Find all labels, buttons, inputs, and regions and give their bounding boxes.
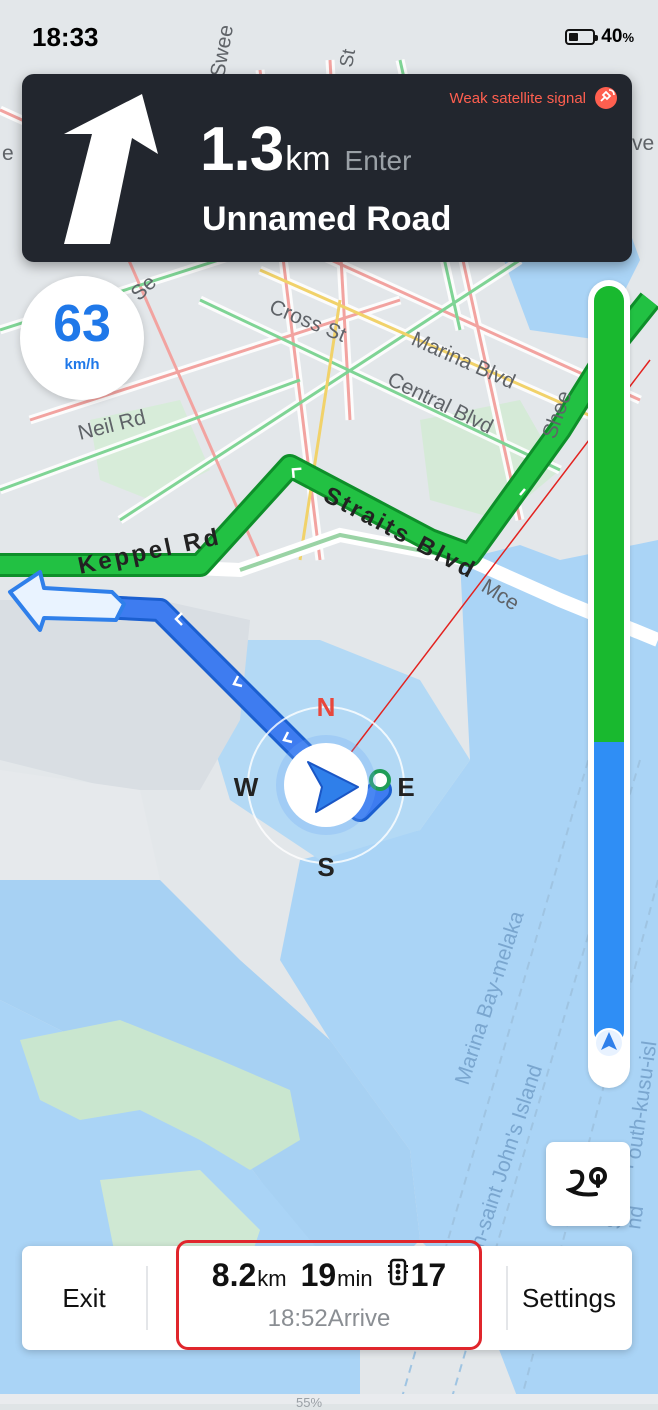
route-completed-section: [594, 742, 624, 1046]
battery-percent: 40: [601, 26, 623, 47]
route-options-button[interactable]: [546, 1142, 630, 1226]
divider-left: [146, 1266, 148, 1330]
route-progress-track: [594, 286, 624, 1046]
remaining-distance-unit: km: [257, 1266, 287, 1291]
map-label-v-right: ve: [632, 132, 654, 155]
speed-unit: km/h: [64, 356, 100, 373]
remaining-time-unit: min: [337, 1266, 373, 1291]
signal-warning-text: Weak satellite signal: [449, 89, 586, 107]
next-turn-distance: 1.3 km Enter: [200, 114, 411, 185]
exit-button[interactable]: Exit: [22, 1246, 146, 1350]
arrival-time: 18:52Arrive: [179, 1305, 479, 1333]
road-name: Unnamed Road: [202, 200, 452, 238]
settings-button[interactable]: Settings: [506, 1246, 632, 1350]
satellite-icon: [595, 87, 617, 109]
speed-indicator: 63 km/h: [20, 276, 144, 400]
progress-car-marker: [594, 1028, 624, 1058]
bottom-strip-text: 55%: [296, 1395, 323, 1410]
turn-distance-value: 1.3: [200, 115, 284, 184]
compass-n: N: [317, 692, 336, 722]
trip-summary-bar: Exit 8.2 km 19 min 17 18:52Arrive Settin…: [22, 1240, 632, 1350]
battery-status: 40%: [565, 26, 634, 48]
signal-warning: Weak satellite signal: [450, 86, 618, 110]
arrival-time-value: 18:52: [267, 1305, 328, 1332]
turn-action: Enter: [344, 145, 412, 176]
status-time: 18:33: [32, 22, 99, 52]
bottom-strip: 55%: [0, 1394, 658, 1410]
battery-icon: [565, 29, 599, 45]
turn-slight-right-arrow-icon: [64, 94, 158, 244]
route-options-icon: [566, 1167, 607, 1197]
turn-distance-unit: km: [285, 140, 331, 178]
trip-info-highlight[interactable]: 8.2 km 19 min 17 18:52Arrive: [176, 1240, 482, 1350]
route-progress-bar: [588, 280, 630, 1088]
remaining-distance: 8.2: [211, 1257, 257, 1293]
arrival-label: Arrive: [327, 1305, 391, 1332]
speed-value: 63: [53, 295, 111, 353]
compass-e: E: [397, 772, 414, 802]
compass-s: S: [317, 852, 334, 882]
traffic-light-icon: [387, 1258, 408, 1286]
traffic-light-count: 17: [410, 1257, 447, 1293]
map-label-e-left: e: [2, 142, 14, 165]
compass-w: W: [234, 772, 259, 802]
remaining-time: 19: [300, 1257, 337, 1293]
route-remaining-clear: [594, 286, 624, 742]
battery-unit: %: [622, 30, 634, 45]
turn-guidance-panel[interactable]: 1.3 km Enter Unnamed Road Weak satellite…: [22, 74, 632, 262]
